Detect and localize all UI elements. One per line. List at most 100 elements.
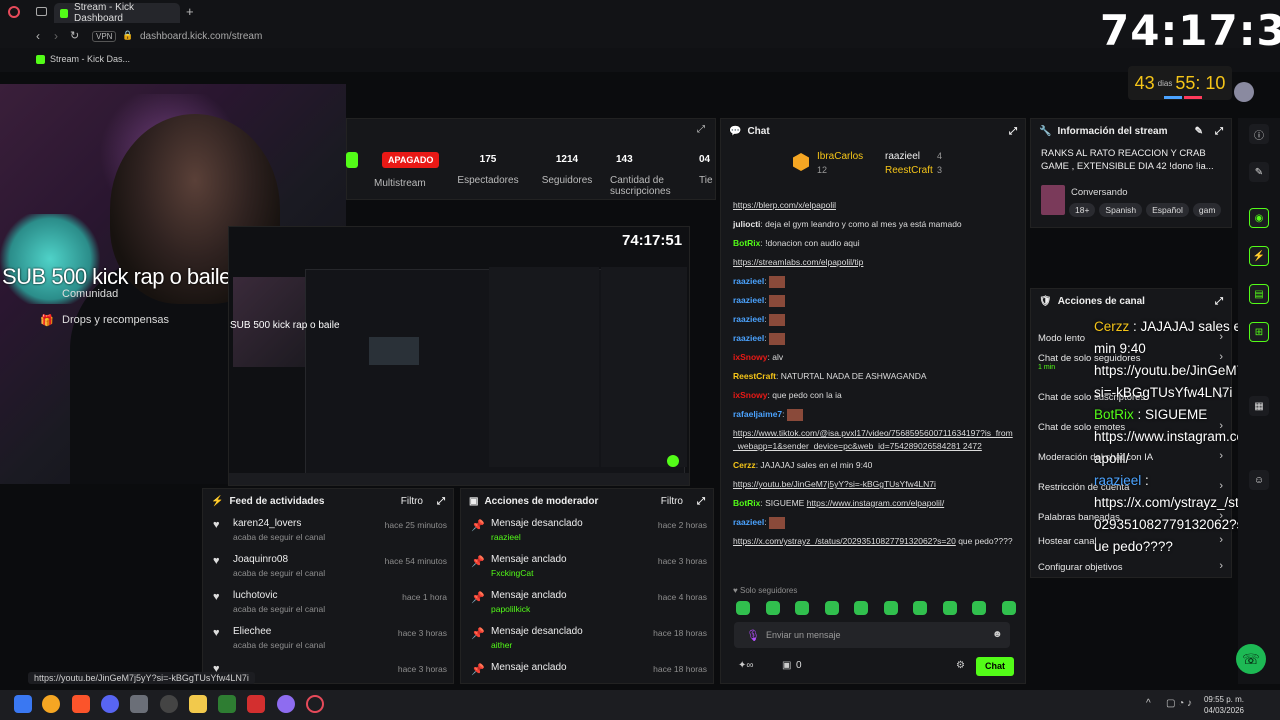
chat-message[interactable]: https://blerp.com/x/elpapolil (721, 199, 1025, 212)
feed-filter[interactable]: Filtro (401, 496, 423, 507)
chat-username[interactable]: BotRix (733, 238, 760, 248)
chat-username[interactable]: ixSnowy (733, 352, 767, 362)
stream-tag[interactable]: gam (1192, 203, 1222, 217)
chat-username[interactable]: raazieel (733, 314, 764, 324)
emoji-icon[interactable]: ☻ (992, 629, 1003, 640)
system-clock[interactable]: 09:55 p. m. 04/03/2026 (1200, 694, 1244, 716)
chat-message[interactable]: https://www.tiktok.com/@isa.pvxl17/video… (721, 427, 1025, 453)
stream-tag[interactable]: 18+ (1069, 203, 1096, 217)
bolt-icon[interactable]: ⚡ (1249, 246, 1269, 266)
feed-username[interactable] (233, 657, 453, 662)
mod-by[interactable]: aither (491, 640, 713, 650)
url-field[interactable]: dashboard.kick.com/stream (140, 31, 262, 42)
chat-text[interactable]: https://x.com/ystrayz_/status/2029351082… (733, 536, 956, 546)
mod-row[interactable]: 📌 Mensaje desanclado raazieel hace 2 horas (461, 513, 713, 549)
forward-icon[interactable]: › (54, 29, 58, 43)
expand-icon[interactable]: ⤢ (1215, 126, 1223, 137)
chat-username[interactable]: raazieel (733, 276, 764, 286)
multistream-link[interactable]: Multistream (374, 178, 426, 189)
new-tab-icon[interactable]: + (186, 4, 194, 19)
emote-button[interactable] (913, 601, 927, 615)
chat-username[interactable]: ReestCraft (733, 371, 776, 381)
chat-message[interactable]: juliocti: deja el gym leandro y como al … (721, 218, 1025, 231)
expand-icon[interactable]: ⤢ (1009, 126, 1017, 137)
chevron-right-icon[interactable]: › (1219, 560, 1223, 572)
chat-message[interactable]: raazieel: (721, 275, 1025, 288)
stream-tag[interactable]: Español (1146, 203, 1189, 217)
clipboard-icon[interactable]: ▤ (1249, 284, 1269, 304)
emote-button[interactable] (972, 601, 986, 615)
mod-row[interactable]: 📌 Mensaje anclado papolilkick hace 4 horas (461, 585, 713, 621)
chat-input[interactable]: Enviar un mensaje (734, 622, 1010, 648)
emote-button[interactable] (736, 601, 750, 615)
chat-username[interactable]: raazieel (733, 517, 764, 527)
chat-message[interactable]: https://x.com/ystrayz_/status/2029351082… (721, 535, 1025, 548)
vpn-badge[interactable]: VPN (92, 31, 117, 42)
category-thumbnail[interactable] (1041, 185, 1065, 215)
bookmark-item[interactable]: Stream - Kick Das... (50, 54, 130, 64)
chat-message[interactable]: BotRix: !donacion con audio aqui (721, 237, 1025, 250)
mod-by[interactable]: raazieel (491, 532, 713, 542)
stream-preview[interactable] (228, 226, 690, 486)
info-icon[interactable]: ⓘ (1249, 124, 1269, 144)
chat-username[interactable]: raazieel (733, 333, 764, 343)
mod-filter[interactable]: Filtro (661, 496, 683, 507)
chat-message[interactable]: ixSnowy: alv (721, 351, 1025, 364)
stream-tag[interactable]: Spanish (1099, 203, 1143, 217)
steam-icon[interactable] (160, 695, 178, 713)
top-user-1[interactable]: IbraCarlos (817, 151, 863, 162)
chat-text[interactable]: https://streamlabs.com/elpapolil/tip (733, 257, 863, 267)
emote-button[interactable] (1001, 601, 1016, 615)
chat-link[interactable]: https://www.instagram.com/elpapolil/ (807, 498, 944, 508)
sidebar-item-drops[interactable]: Drops y recompensas (62, 314, 169, 326)
chat-username[interactable]: raazieel (733, 295, 764, 305)
chat-message[interactable]: https://streamlabs.com/elpapolil/tip (721, 256, 1025, 269)
feed-row[interactable]: ♥ Joaquinro08 acaba de seguir el canal hace… (203, 549, 453, 585)
chat-username[interactable]: Cerzz (733, 460, 756, 470)
tray-icons[interactable]: ▢ ◔ ♪ (1166, 698, 1192, 709)
mod-row[interactable]: 📌 Mensaje anclado FxckingCat hace 3 horas (461, 549, 713, 585)
support-button[interactable]: ☏ (1236, 644, 1266, 674)
windows-start-icon[interactable] (14, 695, 32, 713)
chat-message[interactable]: raazieel: (721, 332, 1025, 345)
expand-icon[interactable]: ⤢ (697, 496, 705, 507)
reload-icon[interactable]: ↻ (70, 29, 79, 42)
points-icon[interactable]: ✦∞ (738, 660, 754, 671)
chat-app-icon[interactable] (277, 695, 295, 713)
chat-message[interactable]: https://youtu.be/JinGeM7j5yY?si=-kBGgTUs… (721, 478, 1025, 491)
expand-icon[interactable]: ⤢ (1215, 296, 1223, 307)
gamepad-icon[interactable] (218, 695, 236, 713)
camera-icon[interactable]: ◉ (1249, 208, 1269, 228)
chat-text[interactable]: https://blerp.com/x/elpapolil (733, 200, 836, 210)
mod-by[interactable]: papolilkick (491, 604, 713, 614)
emote-button[interactable] (795, 601, 809, 615)
chat-message[interactable]: Cerzz: JAJAJAJ sales en el min 9:40 (721, 459, 1025, 472)
expand-icon[interactable]: ⤢ (437, 496, 445, 507)
top-user-2[interactable]: raazieel (885, 151, 920, 162)
robot-icon[interactable]: ☺ (1249, 470, 1269, 490)
mod-row[interactable]: 📌 Mensaje anclado hace 18 horas (461, 657, 713, 693)
gift-icon[interactable]: ⊞ (1249, 322, 1269, 342)
mod-by[interactable]: FxckingCat (491, 568, 713, 578)
opera-icon[interactable] (306, 695, 324, 713)
channel-action-item[interactable]: Hostear canal (1038, 536, 1097, 547)
sidebar-item-comunidad[interactable]: Comunidad (62, 288, 118, 300)
settings-icon[interactable]: ⚙ (956, 660, 965, 671)
chat-text[interactable]: https://youtu.be/JinGeM7j5yY?si=-kBGgTUs… (733, 479, 936, 489)
feed-row[interactable]: ♥ karen24_lovers acaba de seguir el canal h… (203, 513, 453, 549)
taskbar-app-icon[interactable] (42, 695, 60, 713)
chat-message[interactable]: raazieel: (721, 313, 1025, 326)
chat-message[interactable]: ReestCraft: NATURTAL NADA DE ASHWAGANDA (721, 370, 1025, 383)
send-chat-button[interactable]: Chat (976, 657, 1014, 676)
chat-message[interactable]: raazieel: (721, 294, 1025, 307)
tab-switch-icon[interactable] (36, 7, 47, 16)
chat-username[interactable]: BotRix (733, 498, 760, 508)
recorder-icon[interactable] (247, 695, 265, 713)
category-name[interactable]: Conversando (1071, 187, 1128, 198)
store-icon[interactable] (130, 695, 148, 713)
chat-username[interactable]: juliocti (733, 219, 760, 229)
chat-message[interactable]: ixSnowy: que pedo con la ia (721, 389, 1025, 402)
folder-icon[interactable] (189, 695, 207, 713)
pencil-icon[interactable]: ✎ (1249, 162, 1269, 182)
opera-logo-icon[interactable] (8, 6, 20, 18)
